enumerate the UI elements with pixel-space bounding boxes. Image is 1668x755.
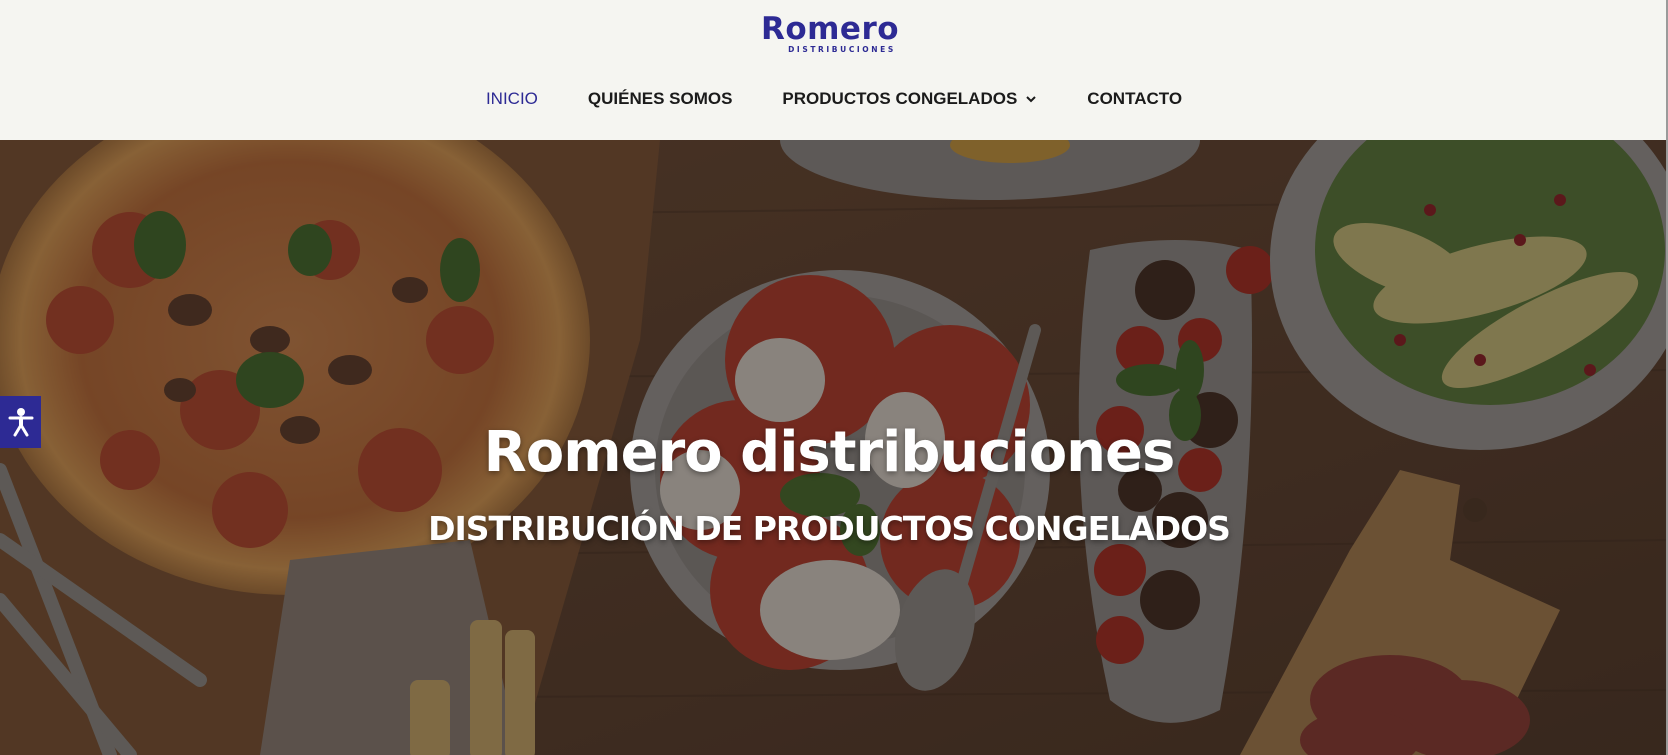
chevron-down-icon: [1026, 96, 1037, 103]
nav-item-productos-congelados-label: PRODUCTOS CONGELADOS: [782, 89, 1018, 108]
accessibility-icon: [8, 408, 33, 437]
logo-tagline: DISTRIBUCIONES: [788, 45, 896, 54]
nav-item-contacto[interactable]: CONTACTO: [1062, 84, 1207, 114]
main-nav: INICIO QUIÉNES SOMOS PRODUCTOS CONGELADO…: [0, 84, 1668, 114]
hero-title: Romero distribuciones: [483, 420, 1176, 485]
nav-item-productos-congelados[interactable]: PRODUCTOS CONGELADOS: [757, 84, 1062, 114]
logo-wordmark: Romero: [760, 11, 900, 47]
accessibility-toolbar-button[interactable]: [0, 396, 41, 448]
nav-item-inicio[interactable]: INICIO: [461, 84, 563, 114]
hero-banner: Romero distribuciones DISTRIBUCIÓN DE PR…: [0, 140, 1668, 755]
site-header: Romero DISTRIBUCIONES INICIO QUIÉNES SOM…: [0, 0, 1668, 140]
logo[interactable]: Romero DISTRIBUCIONES: [750, 12, 910, 58]
hero-subtitle: DISTRIBUCIÓN DE PRODUCTOS CONGELADOS: [428, 509, 1231, 548]
nav-item-quienes-somos[interactable]: QUIÉNES SOMOS: [563, 84, 758, 114]
